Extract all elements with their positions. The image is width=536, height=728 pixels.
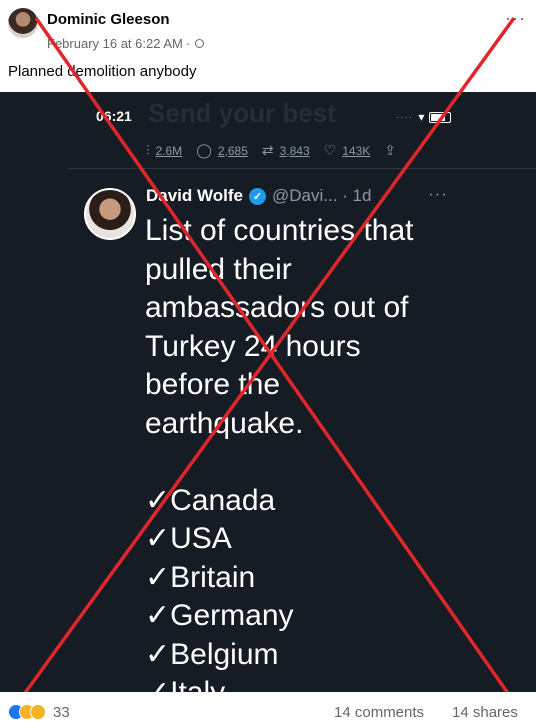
wifi-icon: ▾ bbox=[418, 110, 425, 124]
views-count: 2.6M bbox=[155, 143, 183, 158]
tweet-line: ambassadors out of bbox=[145, 291, 409, 324]
post-meta: February 16 at 6:22 AM · bbox=[47, 36, 205, 51]
tweet-line: ✓Germany bbox=[145, 599, 294, 632]
share-icon: ⇪ bbox=[384, 142, 396, 158]
reply-count: 2,685 bbox=[217, 143, 248, 158]
tweet-line: List of countries that bbox=[145, 214, 414, 247]
like-icon: ♡ bbox=[323, 142, 337, 158]
tweet-line: ✓Canada bbox=[145, 483, 276, 517]
reaction-icons[interactable] bbox=[8, 704, 46, 720]
globe-icon bbox=[195, 39, 205, 48]
tweet-line: pulled their bbox=[145, 252, 292, 286]
tweet-text: List of countries that pulled their amba… bbox=[145, 212, 475, 692]
author-avatar[interactable] bbox=[8, 8, 38, 38]
tweet-author-name: David Wolfe bbox=[146, 186, 243, 205]
retweet-count: 3,843 bbox=[279, 143, 310, 158]
author-name[interactable]: Dominic Gleeson bbox=[47, 11, 170, 28]
tweet-line: before the bbox=[145, 368, 281, 401]
divider bbox=[68, 168, 536, 169]
signal-icon: ···· bbox=[396, 111, 414, 123]
tweet-line: ✓USA bbox=[145, 522, 232, 555]
tweet-handle: @Davi... · 1d bbox=[271, 186, 372, 205]
tweet-line: ✓Britain bbox=[145, 560, 256, 594]
ghost-header-text: Send your best bbox=[148, 98, 336, 128]
reaction-count[interactable]: 33 bbox=[53, 704, 70, 721]
tweet-line: earthquake. bbox=[145, 406, 304, 440]
comments-count[interactable]: 14 comments bbox=[334, 704, 424, 721]
wow-reaction-icon bbox=[30, 704, 46, 720]
meta-separator: · bbox=[185, 36, 191, 51]
tweet-line bbox=[145, 443, 475, 482]
shares-count[interactable]: 14 shares bbox=[452, 704, 518, 721]
verified-badge-icon: ✓ bbox=[248, 187, 266, 205]
tweet-avatar bbox=[84, 188, 136, 240]
post-footer: 33 14 comments 14 shares bbox=[0, 692, 536, 728]
post-caption: Planned demolition anybody bbox=[8, 63, 197, 80]
views-icon: ⫶ bbox=[146, 142, 150, 158]
more-options-icon[interactable]: ··· bbox=[505, 8, 526, 29]
reply-icon: ◯ bbox=[196, 142, 212, 158]
tweet-stats: ⫶ 2.6M ◯ 2,685 ⇄ 3,843 ♡ 143K ⇪ bbox=[146, 142, 396, 159]
like-count: 143K bbox=[342, 143, 371, 158]
post-image[interactable]: Send your best 06:21 ···· ▾ ⫶ 2.6M ◯ 2,6… bbox=[0, 92, 536, 692]
tweet-more-icon: ··· bbox=[428, 184, 448, 203]
battery-icon bbox=[429, 111, 452, 123]
tweet-header: David Wolfe ✓ @Davi... · 1d bbox=[146, 186, 371, 206]
post-header: Dominic Gleeson February 16 at 6:22 AM ·… bbox=[0, 0, 536, 92]
tweet-line: ✓Italy bbox=[145, 674, 475, 692]
status-icons: ···· ▾ bbox=[396, 110, 452, 124]
status-time: 06:21 bbox=[96, 108, 132, 124]
tweet-line: Turkey 24 hours bbox=[145, 329, 361, 363]
retweet-icon: ⇄ bbox=[261, 142, 274, 158]
tweet-line: ✓Belgium bbox=[145, 637, 279, 671]
post-timestamp[interactable]: February 16 at 6:22 AM bbox=[47, 36, 183, 51]
